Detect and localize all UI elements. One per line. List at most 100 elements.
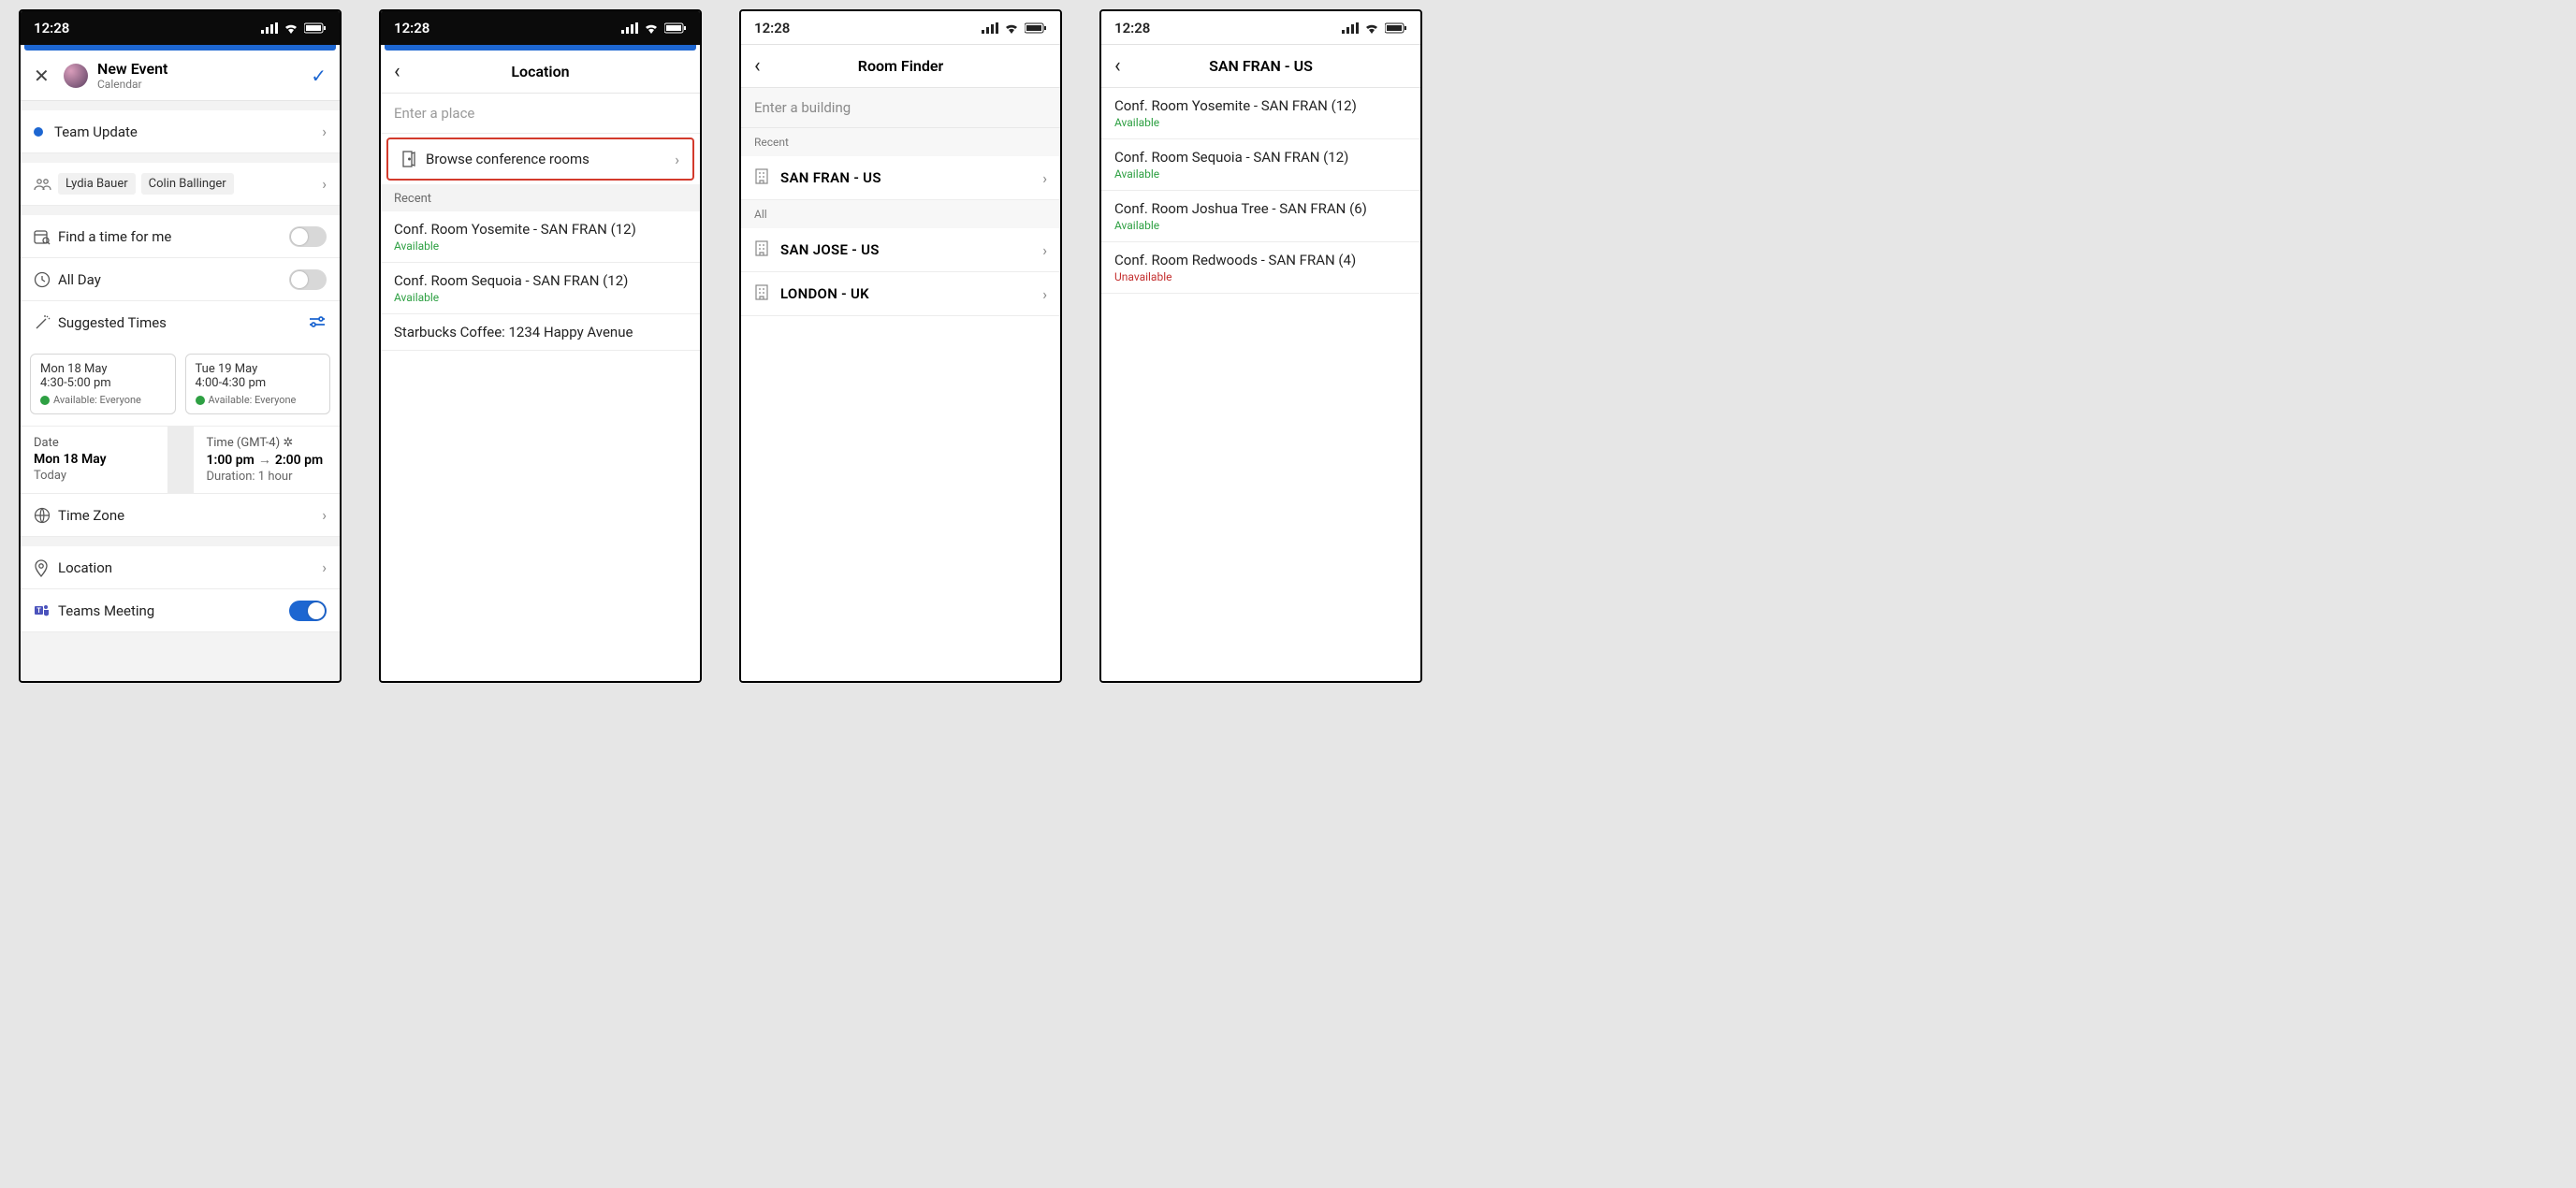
building-label: LONDON - UK (780, 285, 1035, 302)
status-bar: 12:28 (381, 11, 700, 45)
room-status: Available (1114, 116, 1407, 129)
screen-building-rooms: 12:28 ‹ SAN FRAN - US Conf. Room Yosemit… (1099, 9, 1422, 683)
room-row[interactable]: Conf. Room Redwoods - SAN FRAN (4) Unava… (1101, 242, 1420, 294)
chevron-right-icon: › (667, 151, 679, 168)
chevron-right-icon: › (1035, 169, 1047, 187)
suggestion-date: Mon 18 May (40, 362, 166, 376)
location-pin-icon (34, 558, 58, 577)
teams-icon: T (34, 602, 58, 619)
building-label: SAN FRAN - US (780, 169, 1035, 186)
date-sub: Today (34, 469, 154, 483)
attendee-chip[interactable]: Colin Ballinger (141, 173, 234, 195)
room-row[interactable]: Conf. Room Yosemite - SAN FRAN (12) Avai… (381, 211, 700, 263)
chevron-right-icon: › (314, 123, 327, 140)
recent-header: Recent (381, 184, 700, 211)
date-value: Mon 18 May (34, 452, 154, 467)
event-title-row[interactable]: Team Update › (21, 110, 340, 153)
suggestion-card[interactable]: Mon 18 May 4:30-5:00 pm Available: Every… (30, 354, 176, 414)
building-label: SAN JOSE - US (780, 241, 1035, 258)
battery-icon (1025, 22, 1047, 34)
room-status: Available (394, 239, 687, 253)
building-row[interactable]: LONDON - UK › (741, 272, 1060, 316)
suggested-times-row[interactable]: Suggested Times (21, 301, 340, 344)
event-title: Team Update (54, 123, 314, 140)
attendee-chips: Lydia Bauer Colin Ballinger (58, 173, 314, 195)
chevron-right-icon: › (314, 175, 327, 193)
nav-bar: ‹ Room Finder (741, 45, 1060, 88)
date-time-row[interactable]: Date Mon 18 May Today Time (GMT-4) ✲ 1:0… (21, 427, 340, 494)
browse-rooms-row[interactable]: Browse conference rooms › (386, 138, 694, 181)
signal-icon (1342, 22, 1359, 34)
room-row[interactable]: Conf. Room Yosemite - SAN FRAN (12) Avai… (1101, 88, 1420, 139)
status-icons (982, 22, 1047, 34)
content: Conf. Room Yosemite - SAN FRAN (12) Avai… (1101, 88, 1420, 681)
back-icon[interactable]: ‹ (1114, 54, 1141, 78)
nav-bar: ‹ Location (381, 51, 700, 94)
content: Enter a place Browse conference rooms › … (381, 94, 700, 681)
teams-toggle[interactable] (289, 601, 327, 621)
svg-text:T: T (36, 607, 41, 615)
teams-meeting-row[interactable]: T Teams Meeting (21, 589, 340, 632)
chevron-right-icon: › (314, 506, 327, 524)
search-input[interactable]: Enter a place (381, 94, 700, 134)
back-icon[interactable]: ‹ (754, 54, 780, 78)
room-row[interactable]: Conf. Room Sequoia - SAN FRAN (12) Avail… (1101, 139, 1420, 191)
date-block[interactable]: Date Mon 18 May Today (21, 427, 167, 493)
close-icon[interactable]: ✕ (34, 65, 54, 87)
nav-bar: ‹ SAN FRAN - US (1101, 45, 1420, 88)
room-row[interactable]: Conf. Room Joshua Tree - SAN FRAN (6) Av… (1101, 191, 1420, 242)
status-time: 12:28 (394, 20, 429, 36)
calendar-search-icon (34, 228, 58, 245)
chevron-right-icon: › (1035, 285, 1047, 303)
nav-title: New Event (97, 60, 301, 78)
location-label: Location (58, 559, 314, 576)
screen-new-event: 12:28 ✕ New Event Calendar ✓ Team Update… (19, 9, 342, 683)
nav-title: Location (420, 63, 687, 80)
battery-icon (304, 22, 327, 34)
suggestion-time: 4:30-5:00 pm (40, 376, 166, 390)
room-name: Conf. Room Yosemite - SAN FRAN (12) (394, 221, 687, 238)
status-bar: 12:28 (1101, 11, 1420, 45)
wifi-icon (1364, 22, 1379, 34)
status-icons (1342, 22, 1407, 34)
wand-icon (34, 314, 58, 331)
all-day-toggle[interactable] (289, 269, 327, 290)
content: Team Update › Lydia Bauer Colin Ballinge… (21, 101, 340, 681)
clock-icon (34, 271, 58, 288)
arrow-right-icon: → (255, 453, 275, 468)
building-icon (754, 239, 780, 260)
building-row[interactable]: SAN JOSE - US › (741, 228, 1060, 272)
find-time-row[interactable]: Find a time for me (21, 215, 340, 258)
avatar[interactable] (64, 64, 88, 88)
all-day-label: All Day (58, 271, 289, 288)
suggestion-card[interactable]: Tue 19 May 4:00-4:30 pm Available: Every… (185, 354, 331, 414)
status-icons (621, 22, 687, 34)
find-time-label: Find a time for me (58, 228, 289, 245)
room-status: Available (1114, 167, 1407, 181)
search-input[interactable]: Enter a building (741, 88, 1060, 128)
room-name: Conf. Room Sequoia - SAN FRAN (12) (394, 272, 687, 289)
room-name: Conf. Room Redwoods - SAN FRAN (4) (1114, 252, 1407, 268)
sliders-icon[interactable] (308, 313, 327, 333)
save-check-icon[interactable]: ✓ (311, 65, 327, 87)
find-time-toggle[interactable] (289, 226, 327, 247)
door-icon (401, 151, 426, 167)
suggestion-availability: Available: Everyone (40, 394, 166, 406)
all-header: All (741, 200, 1060, 228)
status-icons (261, 22, 327, 34)
chevron-right-icon: › (1035, 241, 1047, 259)
time-block[interactable]: Time (GMT-4) ✲ 1:00 pm→2:00 pm Duration:… (194, 427, 341, 493)
all-day-row[interactable]: All Day (21, 258, 340, 301)
back-icon[interactable]: ‹ (394, 60, 420, 83)
building-row[interactable]: SAN FRAN - US › (741, 156, 1060, 200)
attendee-chip[interactable]: Lydia Bauer (58, 173, 136, 195)
attendees-row[interactable]: Lydia Bauer Colin Ballinger › (21, 163, 340, 206)
globe-small-icon: ✲ (283, 436, 293, 450)
status-bar: 12:28 (21, 11, 340, 45)
location-row[interactable]: Location › (21, 546, 340, 589)
timezone-row[interactable]: Time Zone › (21, 494, 340, 537)
room-row[interactable]: Conf. Room Sequoia - SAN FRAN (12) Avail… (381, 263, 700, 314)
suggestion-date: Tue 19 May (196, 362, 321, 376)
place-row[interactable]: Starbucks Coffee: 1234 Happy Avenue (381, 314, 700, 351)
room-name: Conf. Room Sequoia - SAN FRAN (12) (1114, 149, 1407, 166)
